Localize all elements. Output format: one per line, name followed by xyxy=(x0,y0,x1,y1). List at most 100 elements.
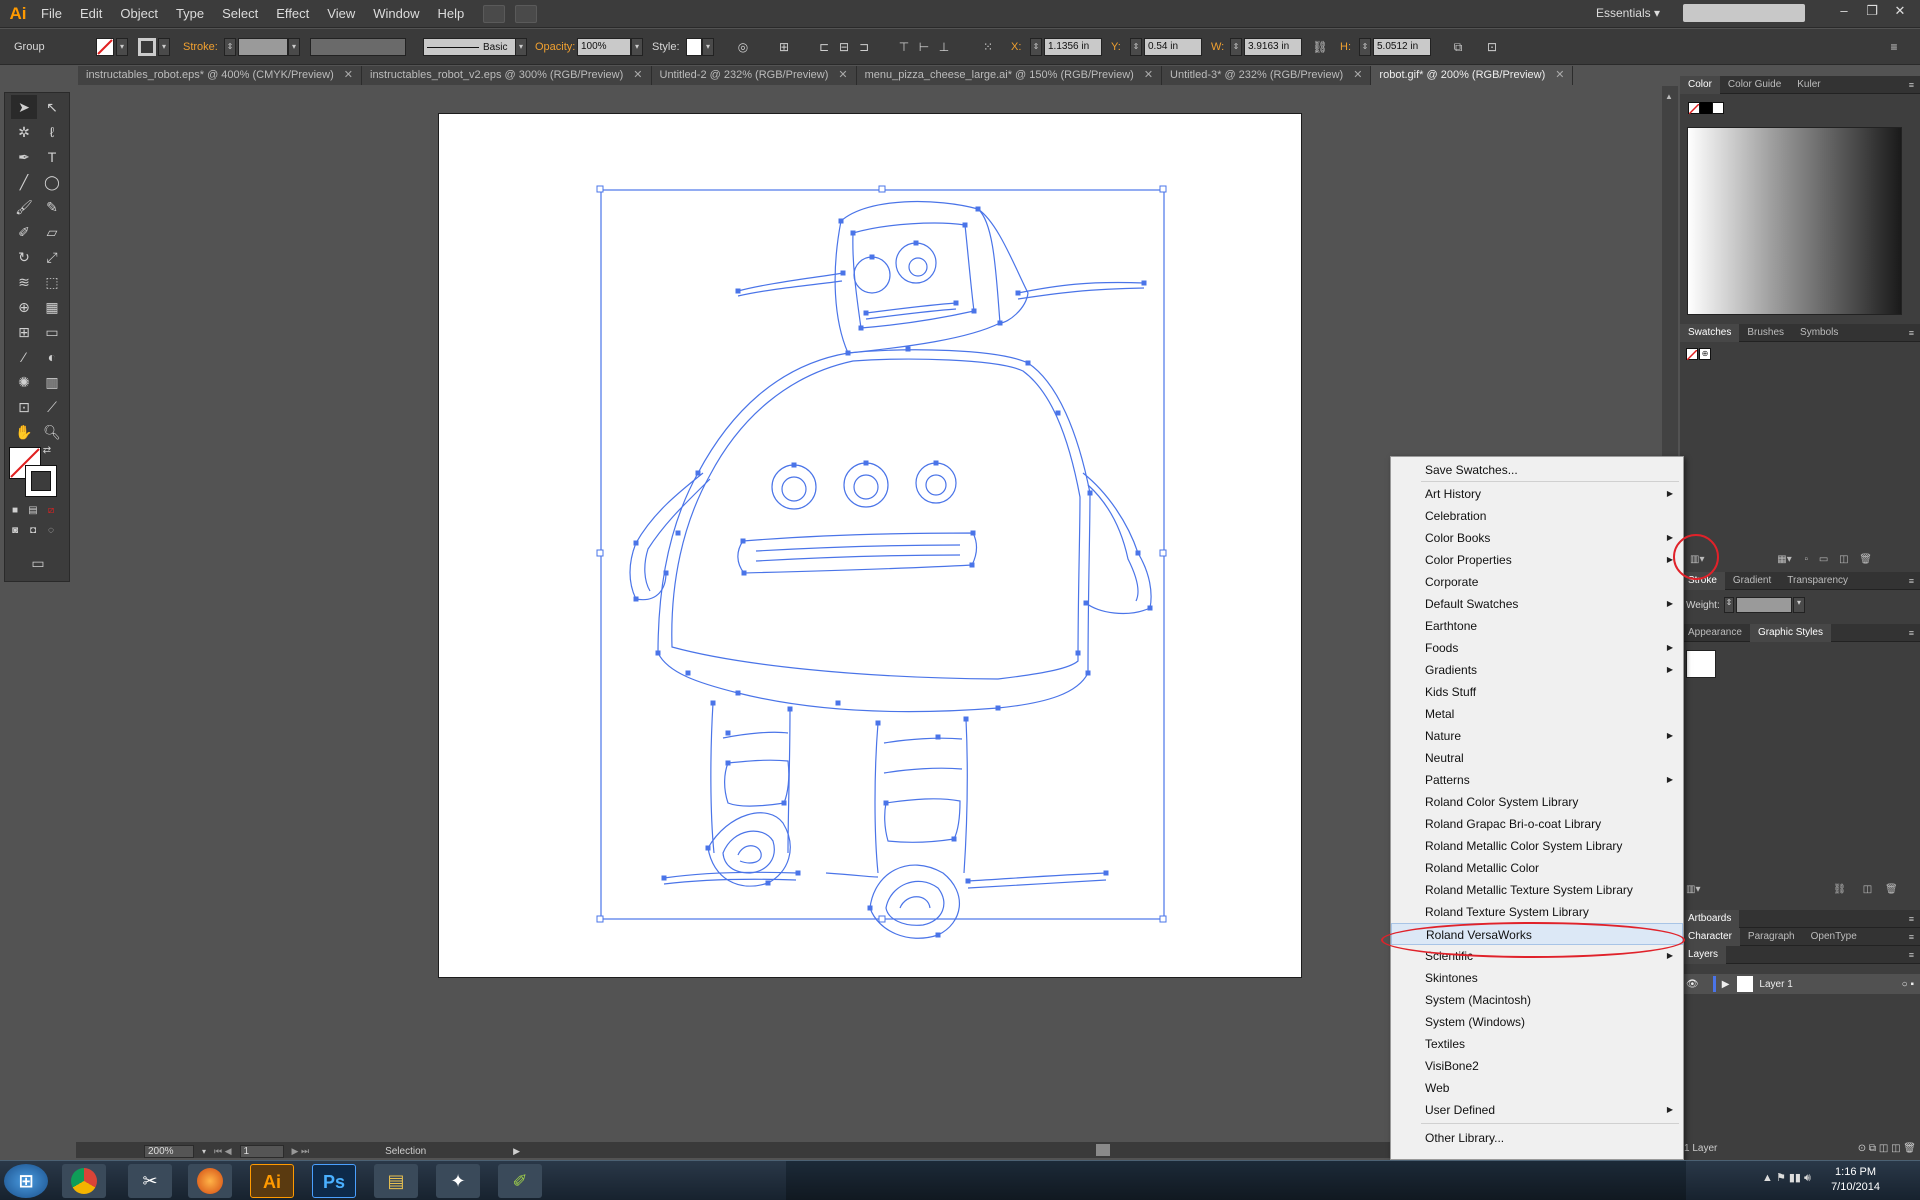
eye-icon[interactable]: 👁︎ xyxy=(1686,979,1699,990)
menu-item-system-macintosh[interactable]: System (Macintosh) xyxy=(1391,989,1683,1011)
eyedropper-tool-icon[interactable]: ⁄ xyxy=(11,345,37,369)
photoshop-icon[interactable]: Ps xyxy=(312,1164,356,1198)
menu-object[interactable]: Object xyxy=(111,0,167,28)
color-panel-menu-icon[interactable]: ≡ xyxy=(1909,80,1914,90)
opacity-dropdown[interactable]: ▾ xyxy=(631,38,643,56)
brush-dropdown[interactable]: ▾ xyxy=(515,38,527,56)
fill-swatch[interactable] xyxy=(96,38,114,56)
align-bottom-icon[interactable]: ⊥ xyxy=(936,39,952,55)
stroke-label[interactable]: Stroke: xyxy=(183,41,218,53)
menu-window[interactable]: Window xyxy=(364,0,428,28)
shape-builder-tool-icon[interactable]: ⊕ xyxy=(11,295,37,319)
firefox-icon[interactable] xyxy=(188,1164,232,1198)
menu-item-system-windows[interactable]: System (Windows) xyxy=(1391,1011,1683,1033)
menu-item-roland-metallic-texture-system-library[interactable]: Roland Metallic Texture System Library xyxy=(1391,879,1683,901)
swatch-kind-icon[interactable]: ▦▾ xyxy=(1777,554,1791,565)
h-stepper[interactable]: ⇕ xyxy=(1359,38,1371,56)
hand-tool-icon[interactable]: ✋ xyxy=(11,420,37,444)
break-link-icon[interactable]: ⛓ xyxy=(1833,884,1846,895)
robot-artwork[interactable] xyxy=(438,113,1302,978)
ellipse-tool-icon[interactable]: ◯ xyxy=(39,170,65,194)
tab-document[interactable]: Untitled-3* @ 232% (RGB/Preview) ✕ xyxy=(1162,66,1372,85)
perspective-grid-tool-icon[interactable]: ▦ xyxy=(39,295,65,319)
stroke-weight-field[interactable] xyxy=(238,38,288,56)
stroke-panel-menu-icon[interactable]: ≡ xyxy=(1909,576,1914,586)
w-stepper[interactable]: ⇕ xyxy=(1230,38,1242,56)
tab-transparency[interactable]: Transparency xyxy=(1779,572,1856,590)
close-icon[interactable]: ✕ xyxy=(838,66,847,85)
menu-item-other-library[interactable]: Other Library... xyxy=(1391,1127,1683,1149)
menu-item-art-history[interactable]: Art History ▶ xyxy=(1391,483,1683,505)
menu-item-patterns[interactable]: Patterns ▶ xyxy=(1391,769,1683,791)
menu-file[interactable]: File xyxy=(32,0,71,28)
white-swatch[interactable] xyxy=(1712,102,1724,114)
gradient-tool-icon[interactable]: ▭ xyxy=(39,320,65,344)
pencil-tool-icon[interactable]: ✎ xyxy=(39,195,65,219)
constrain-proportions-icon[interactable]: ⛓ xyxy=(1312,39,1328,55)
delete-swatch-icon[interactable]: 🗑︎ xyxy=(1859,554,1872,565)
align-middle-icon[interactable]: ⊢ xyxy=(916,39,932,55)
none-mode-icon[interactable]: ⧄ xyxy=(43,503,59,519)
menu-type[interactable]: Type xyxy=(167,0,213,28)
scale-tool-icon[interactable]: ⤢ xyxy=(39,245,65,269)
scissors-icon[interactable]: ✂ xyxy=(128,1164,172,1198)
menu-help[interactable]: Help xyxy=(428,0,473,28)
tab-document[interactable]: menu_pizza_cheese_large.ai* @ 150% (RGB/… xyxy=(856,66,1163,85)
y-field[interactable]: 0.54 in xyxy=(1144,38,1202,56)
y-stepper[interactable]: ⇕ xyxy=(1130,38,1142,56)
tab-gradient[interactable]: Gradient xyxy=(1725,572,1779,590)
menu-select[interactable]: Select xyxy=(213,0,267,28)
weight-stepper[interactable]: ⇕ xyxy=(1724,597,1734,613)
align-top-icon[interactable]: ⊤ xyxy=(896,39,912,55)
type-tool-icon[interactable]: T xyxy=(39,145,65,169)
menu-item-kids-stuff[interactable]: Kids Stuff xyxy=(1391,681,1683,703)
menu-item-gradients[interactable]: Gradients ▶ xyxy=(1391,659,1683,681)
menu-item-earthtone[interactable]: Earthtone xyxy=(1391,615,1683,637)
opacity-label[interactable]: Opacity: xyxy=(535,41,575,53)
menu-item-web[interactable]: Web xyxy=(1391,1077,1683,1099)
close-icon[interactable]: ✕ xyxy=(1144,66,1153,85)
opacity-field[interactable]: 100% xyxy=(577,38,631,56)
menu-effect[interactable]: Effect xyxy=(267,0,318,28)
graphic-styles-menu-icon[interactable]: ≡ xyxy=(1909,628,1914,638)
draw-inside-icon[interactable]: ◌ xyxy=(43,523,59,539)
symbol-sprayer-tool-icon[interactable]: ✺ xyxy=(11,370,37,394)
stroke-dropdown[interactable]: ▾ xyxy=(158,38,170,56)
swap-fill-stroke-icon[interactable]: ⇄ xyxy=(39,443,55,459)
w-field[interactable]: 3.9163 in xyxy=(1244,38,1302,56)
fill-dropdown[interactable]: ▾ xyxy=(116,38,128,56)
paintbrush-tool-icon[interactable]: 🖌 xyxy=(11,195,37,219)
screen-mode-icon[interactable]: ▭ xyxy=(25,551,51,575)
app-icon[interactable]: ✦ xyxy=(436,1164,480,1198)
layers-footer-icons[interactable]: ⊙ ⧉ ◫ ◫ 🗑︎ xyxy=(1858,1143,1916,1157)
zoom-field[interactable]: 200% xyxy=(144,1144,194,1158)
menu-item-roland-color-system-library[interactable]: Roland Color System Library xyxy=(1391,791,1683,813)
column-graph-tool-icon[interactable]: ▥ xyxy=(39,370,65,394)
menu-item-roland-metallic-color[interactable]: Roland Metallic Color xyxy=(1391,857,1683,879)
align-to-icon[interactable]: ⊞ xyxy=(776,39,792,55)
tab-graphic-styles[interactable]: Graphic Styles xyxy=(1749,623,1831,642)
menu-item-metal[interactable]: Metal xyxy=(1391,703,1683,725)
app2-icon[interactable]: ✐ xyxy=(498,1164,542,1198)
close-icon[interactable]: ✕ xyxy=(633,66,642,85)
menu-item-save-swatches[interactable]: Save Swatches... xyxy=(1391,459,1683,481)
help-search-input[interactable] xyxy=(1683,4,1805,22)
tab-appearance[interactable]: Appearance xyxy=(1680,624,1750,642)
workspace-switcher[interactable]: Essentials ▾ xyxy=(1596,6,1660,20)
swatch-none[interactable] xyxy=(1686,348,1698,361)
zoom-dropdown-icon[interactable]: ▾ xyxy=(202,1147,206,1156)
maximize-button[interactable]: ❐ xyxy=(1860,2,1884,20)
menu-item-roland-grapac-bri-o-coat-library[interactable]: Roland Grapac Bri-o-coat Library xyxy=(1391,813,1683,835)
mesh-tool-icon[interactable]: ⊞ xyxy=(11,320,37,344)
graphic-style-dropdown[interactable]: ▾ xyxy=(702,38,714,56)
color-mode-icon[interactable]: ■ xyxy=(7,503,23,519)
minimize-button[interactable]: – xyxy=(1832,2,1856,20)
expand-layer-icon[interactable]: ▶ xyxy=(1722,979,1730,990)
tab-color-guide[interactable]: Color Guide xyxy=(1720,76,1789,94)
system-clock[interactable]: 1:16 PM 7/10/2014 xyxy=(1831,1165,1880,1195)
artboards-panel-menu-icon[interactable]: ≡ xyxy=(1909,914,1914,924)
tab-artboards[interactable]: Artboards xyxy=(1680,909,1740,928)
draw-behind-icon[interactable]: ◘ xyxy=(25,523,41,539)
rotate-tool-icon[interactable]: ↻ xyxy=(11,245,37,269)
h-field[interactable]: 5.0512 in xyxy=(1373,38,1431,56)
